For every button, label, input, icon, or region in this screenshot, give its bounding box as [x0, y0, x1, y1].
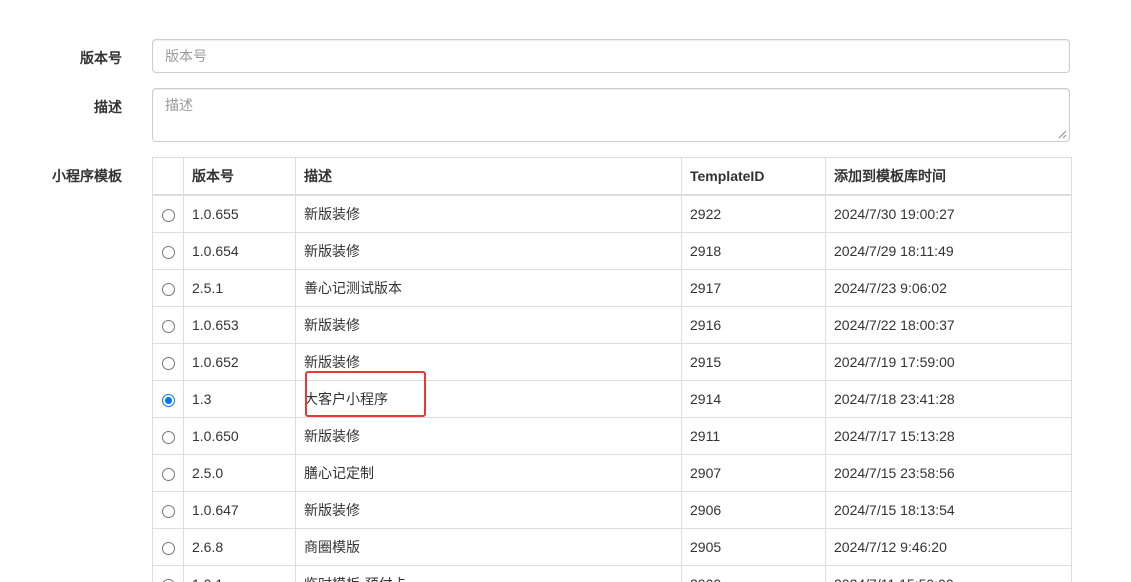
row-select-cell: [152, 194, 184, 233]
row-version: 2.5.0: [183, 454, 296, 492]
row-version: 1.0.647: [183, 491, 296, 529]
table-row[interactable]: 1.0.650 新版装修 2911 2024/7/17 15:13:28: [152, 417, 1072, 455]
table-row[interactable]: 1.0.1临时模板-预付卡29002024/7/11 15:50:00: [152, 565, 1072, 582]
header-description: 描述: [295, 157, 682, 196]
table-row[interactable]: 1.0.653 新版装修 2916 2024/7/22 18:00:37: [152, 306, 1072, 344]
row-version: 2.6.8: [183, 528, 296, 566]
row-description: 膳心记定制: [295, 454, 682, 492]
row-added-time: 2024/7/19 17:59:00: [825, 343, 1072, 381]
header-version: 版本号: [183, 157, 296, 196]
row-template-id: 2911: [681, 417, 826, 455]
table-row[interactable]: 2.5.0 膳心记定制 2907 2024/7/15 23:58:56: [152, 454, 1072, 492]
row-description: 临时模板-预付卡: [295, 565, 682, 582]
radio-icon[interactable]: [161, 541, 175, 555]
row-version: 1.0.1: [183, 565, 296, 582]
row-added-time: 2024/7/23 9:06:02: [825, 269, 1072, 307]
radio-icon[interactable]: [161, 504, 175, 518]
row-description: 新版装修: [295, 417, 682, 455]
table-row[interactable]: 1.0.647 新版装修 2906 2024/7/15 18:13:54: [152, 491, 1072, 529]
row-select-cell: [152, 269, 184, 307]
row-description: 新版装修: [295, 306, 682, 344]
row-added-time: 2024/7/17 15:13:28: [825, 417, 1072, 455]
row-added-time: 2024/7/11 15:50:00: [825, 565, 1072, 582]
row-template-id: 2907: [681, 454, 826, 492]
row-select-cell: [152, 343, 184, 381]
table-body: 1.0.655 新版装修 2922 2024/7/30 19:00:27 1.0.654…: [152, 194, 1072, 582]
row-version: 1.0.653: [183, 306, 296, 344]
row-select-cell: [152, 528, 184, 566]
radio-selected-icon[interactable]: [161, 393, 175, 407]
row-added-time: 2024/7/15 23:58:56: [825, 454, 1072, 492]
row-description: 新版装修: [295, 491, 682, 529]
radio-icon[interactable]: [161, 430, 175, 444]
template-table: 版本号 描述 TemplateID 添加到模板库时间 1.0.655 新版装修 29…: [152, 157, 1072, 582]
row-select-cell: [152, 565, 184, 582]
row-added-time: 2024/7/29 18:11:49: [825, 232, 1072, 270]
row-template-id: 2922: [681, 194, 826, 233]
row-select-cell: [152, 417, 184, 455]
row-added-time: 2024/7/22 18:00:37: [825, 306, 1072, 344]
header-added-time: 添加到模板库时间: [825, 157, 1072, 196]
table-row[interactable]: 1.3 大客户小程序 2914 2024/7/18 23:41:28: [152, 380, 1072, 418]
row-template-id: 2917: [681, 269, 826, 307]
description-textarea[interactable]: 描述: [152, 88, 1070, 142]
page: 版本号 版本号 描述 描述 小程序模板 版本号 描述 TemplateID 添加…: [0, 0, 1131, 582]
row-version: 1.0.654: [183, 232, 296, 270]
radio-icon[interactable]: [161, 319, 175, 333]
row-description: 新版装修: [295, 232, 682, 270]
row-template-id: 2900: [681, 565, 826, 582]
description-label: 描述: [94, 99, 122, 115]
row-template-id: 2915: [681, 343, 826, 381]
row-select-cell: [152, 306, 184, 344]
row-description: 大客户小程序: [295, 380, 682, 418]
version-placeholder: 版本号: [165, 48, 207, 64]
row-template-id: 2914: [681, 380, 826, 418]
row-version: 1.0.655: [183, 194, 296, 233]
row-template-id: 2906: [681, 491, 826, 529]
row-template-id: 2916: [681, 306, 826, 344]
row-added-time: 2024/7/12 9:46:20: [825, 528, 1072, 566]
version-input[interactable]: 版本号: [152, 39, 1070, 73]
row-version: 1.3: [183, 380, 296, 418]
row-added-time: 2024/7/18 23:41:28: [825, 380, 1072, 418]
radio-icon[interactable]: [161, 282, 175, 296]
description-placeholder: 描述: [165, 97, 193, 113]
table-row[interactable]: 1.0.655 新版装修 2922 2024/7/30 19:00:27: [152, 194, 1072, 233]
row-select-cell: [152, 232, 184, 270]
row-description: 新版装修: [295, 194, 682, 233]
row-template-id: 2918: [681, 232, 826, 270]
table-header-row: 版本号 描述 TemplateID 添加到模板库时间: [152, 157, 1072, 196]
row-version: 2.5.1: [183, 269, 296, 307]
radio-icon[interactable]: [161, 245, 175, 259]
row-select-cell: [152, 491, 184, 529]
resize-grip-icon[interactable]: [1057, 129, 1067, 139]
row-version: 1.0.652: [183, 343, 296, 381]
row-description: 新版装修: [295, 343, 682, 381]
template-label: 小程序模板: [52, 168, 122, 184]
row-description: 善心记测试版本: [295, 269, 682, 307]
table-row[interactable]: 1.0.652 新版装修 2915 2024/7/19 17:59:00: [152, 343, 1072, 381]
row-select-cell: [152, 380, 184, 418]
table-row[interactable]: 2.6.8 商圈模版 2905 2024/7/12 9:46:20: [152, 528, 1072, 566]
radio-icon[interactable]: [161, 467, 175, 481]
radio-icon[interactable]: [161, 208, 175, 222]
row-added-time: 2024/7/30 19:00:27: [825, 194, 1072, 233]
row-added-time: 2024/7/15 18:13:54: [825, 491, 1072, 529]
row-version: 1.0.650: [183, 417, 296, 455]
table-row[interactable]: 1.0.654 新版装修 2918 2024/7/29 18:11:49: [152, 232, 1072, 270]
header-select: [152, 157, 184, 196]
radio-icon[interactable]: [161, 356, 175, 370]
version-label: 版本号: [80, 50, 122, 66]
row-template-id: 2905: [681, 528, 826, 566]
row-select-cell: [152, 454, 184, 492]
table-row[interactable]: 2.5.1 善心记测试版本 2917 2024/7/23 9:06:02: [152, 269, 1072, 307]
header-template-id: TemplateID: [681, 157, 826, 196]
row-description: 商圈模版: [295, 528, 682, 566]
